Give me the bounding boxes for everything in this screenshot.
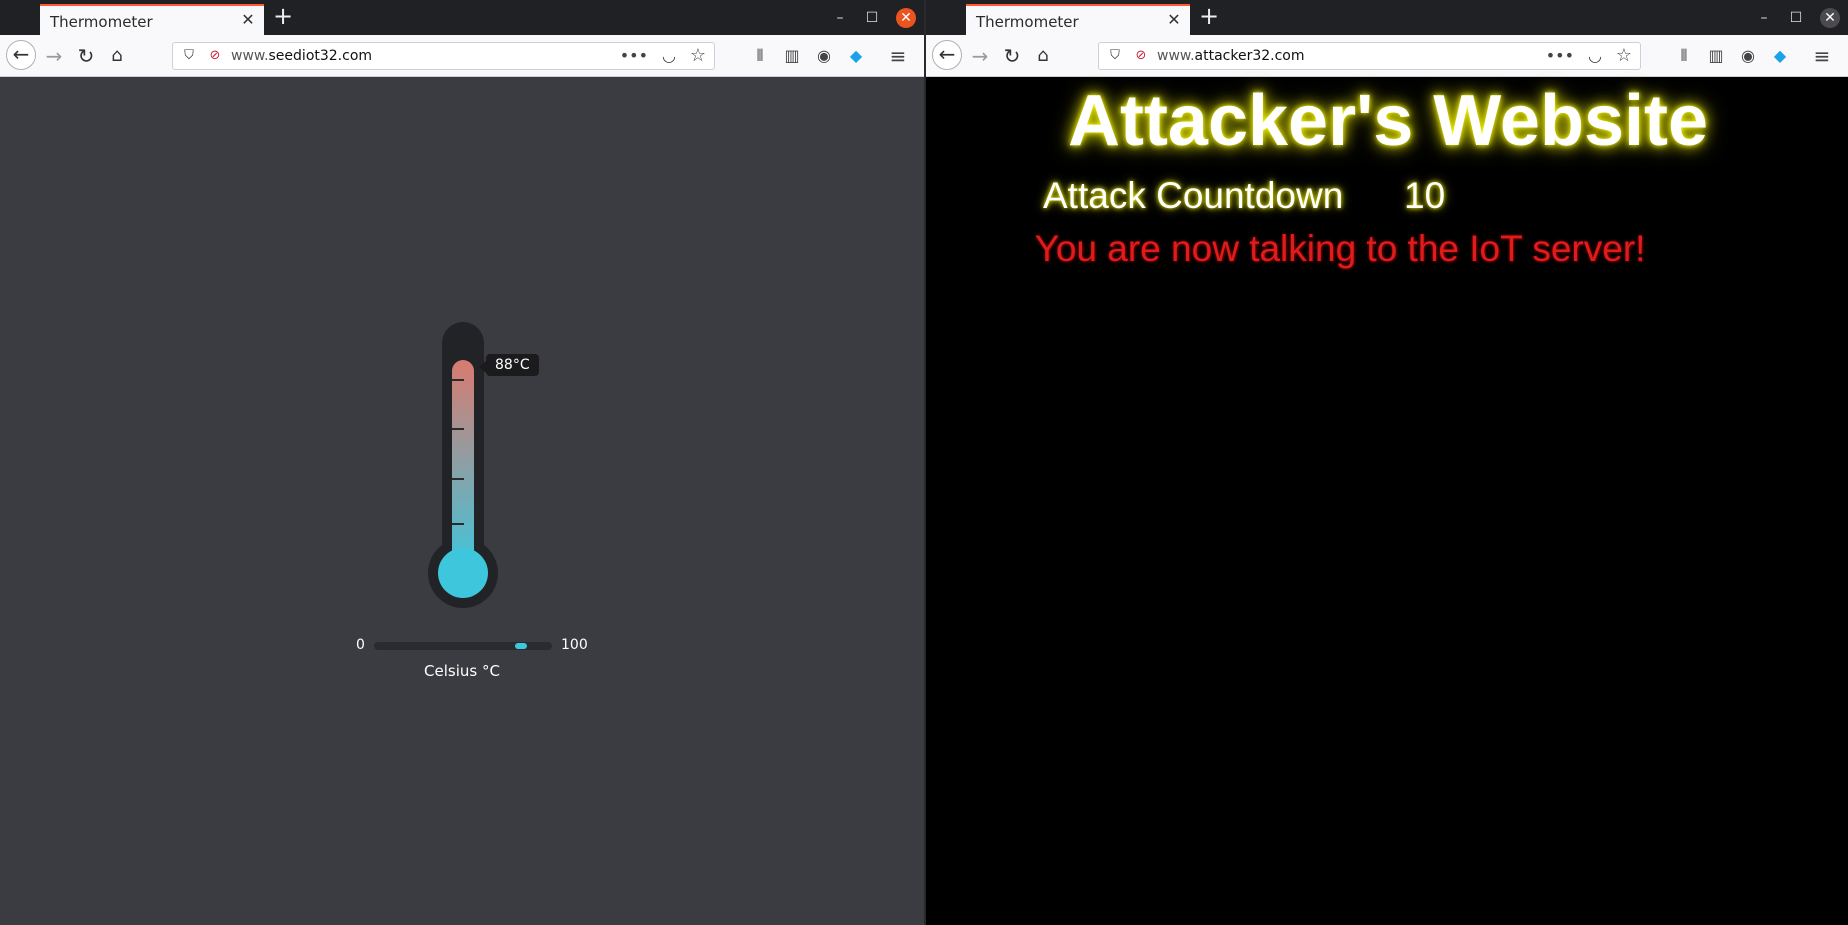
close-window-icon[interactable]: ✕ [1820, 8, 1840, 28]
account-icon[interactable]: ◉ [1736, 44, 1760, 68]
reload-icon[interactable]: ↻ [998, 42, 1026, 70]
account-icon[interactable]: ◉ [812, 44, 836, 68]
library-icon[interactable]: ⫴ [1672, 44, 1696, 68]
tab-title: Thermometer [976, 13, 1079, 31]
arrow-right-icon[interactable]: → [966, 42, 994, 70]
close-window-icon[interactable]: ✕ [896, 8, 916, 28]
insecure-lock-icon[interactable]: ⊘ [207, 48, 223, 64]
plus-icon[interactable]: + [272, 4, 294, 28]
thermometer-tick [452, 379, 464, 381]
close-icon[interactable]: ✕ [240, 12, 256, 28]
menu-icon[interactable]: ≡ [886, 44, 910, 68]
minimize-icon[interactable]: – [830, 8, 850, 28]
browser-window-right: Thermometer ✕ + – ☐ ✕ ← → ↻ ⌂ ⛉ ⊘ www.at… [924, 0, 1848, 925]
url-bar[interactable]: ⛉ ⊘ www.seediot32.com ••• ◡ ☆ [172, 42, 715, 70]
nav-bar: ← → ↻ ⌂ ⛉ ⊘ www.seediot32.com ••• ◡ ☆ ⫴ … [0, 35, 924, 77]
tab-thermometer[interactable]: Thermometer ✕ [966, 4, 1190, 35]
thermometer-bulb-fill [438, 548, 488, 598]
menu-icon[interactable]: ≡ [1810, 44, 1834, 68]
pocket-icon[interactable]: ◡ [662, 46, 676, 65]
thermometer-mercury [452, 360, 474, 570]
sidebar-icon[interactable]: ▥ [780, 44, 804, 68]
reload-icon[interactable]: ↻ [72, 42, 100, 70]
shield-icon[interactable]: ⛉ [1107, 48, 1123, 64]
arrow-right-icon[interactable]: → [40, 42, 68, 70]
home-icon[interactable]: ⌂ [1029, 42, 1057, 70]
home-icon[interactable]: ⌂ [103, 42, 131, 70]
url-text[interactable]: www.attacker32.com [1157, 48, 1305, 64]
page-title: Attacker's Website [1067, 81, 1709, 161]
browser-window-left: Thermometer ✕ + – ☐ ✕ ← → ↻ ⌂ ⛉ ⊘ www.se… [0, 0, 924, 925]
star-icon[interactable]: ☆ [1616, 45, 1632, 66]
insecure-lock-icon[interactable]: ⊘ [1133, 48, 1149, 64]
library-icon[interactable]: ⫴ [748, 44, 772, 68]
shield-icon[interactable]: ⛉ [181, 48, 197, 64]
extension-icon[interactable]: ◆ [1768, 44, 1792, 68]
thermometer-tick [452, 428, 464, 430]
arrow-left-icon[interactable]: ← [932, 40, 962, 70]
tab-title: Thermometer [50, 13, 153, 31]
unit-label: Celsius °C [424, 662, 500, 680]
maximize-icon[interactable]: ☐ [1786, 8, 1806, 28]
tab-bar: Thermometer ✕ + – ☐ ✕ [926, 0, 1848, 35]
sidebar-icon[interactable]: ▥ [1704, 44, 1728, 68]
plus-icon[interactable]: + [1198, 4, 1220, 28]
url-text[interactable]: www.seediot32.com [231, 48, 372, 64]
tab-thermometer[interactable]: Thermometer ✕ [40, 4, 264, 35]
star-icon[interactable]: ☆ [690, 45, 706, 66]
countdown-label: Attack Countdown [1043, 175, 1344, 216]
arrow-left-icon[interactable]: ← [6, 40, 36, 70]
slider-thumb[interactable] [515, 643, 527, 649]
maximize-icon[interactable]: ☐ [862, 8, 882, 28]
attack-message: You are now talking to the IoT server! [1034, 228, 1646, 269]
close-icon[interactable]: ✕ [1166, 12, 1182, 28]
scale-min-label: 0 [356, 637, 365, 653]
thermometer-tick [452, 523, 464, 525]
scale-max-label: 100 [561, 637, 588, 653]
pocket-icon[interactable]: ◡ [1588, 46, 1602, 65]
more-actions-icon[interactable]: ••• [620, 46, 648, 65]
thermometer-tick [452, 478, 464, 480]
temperature-slider[interactable] [374, 642, 552, 650]
tab-bar: Thermometer ✕ + – ☐ ✕ [0, 0, 924, 35]
extension-icon[interactable]: ◆ [844, 44, 868, 68]
nav-bar: ← → ↻ ⌂ ⛉ ⊘ www.attacker32.com ••• ◡ ☆ ⫴… [926, 35, 1848, 77]
more-actions-icon[interactable]: ••• [1546, 46, 1574, 65]
countdown-value: 10 [1404, 175, 1446, 216]
url-bar[interactable]: ⛉ ⊘ www.attacker32.com ••• ◡ ☆ [1098, 42, 1641, 70]
minimize-icon[interactable]: – [1754, 8, 1774, 28]
temperature-tooltip: 88°C [479, 354, 539, 376]
